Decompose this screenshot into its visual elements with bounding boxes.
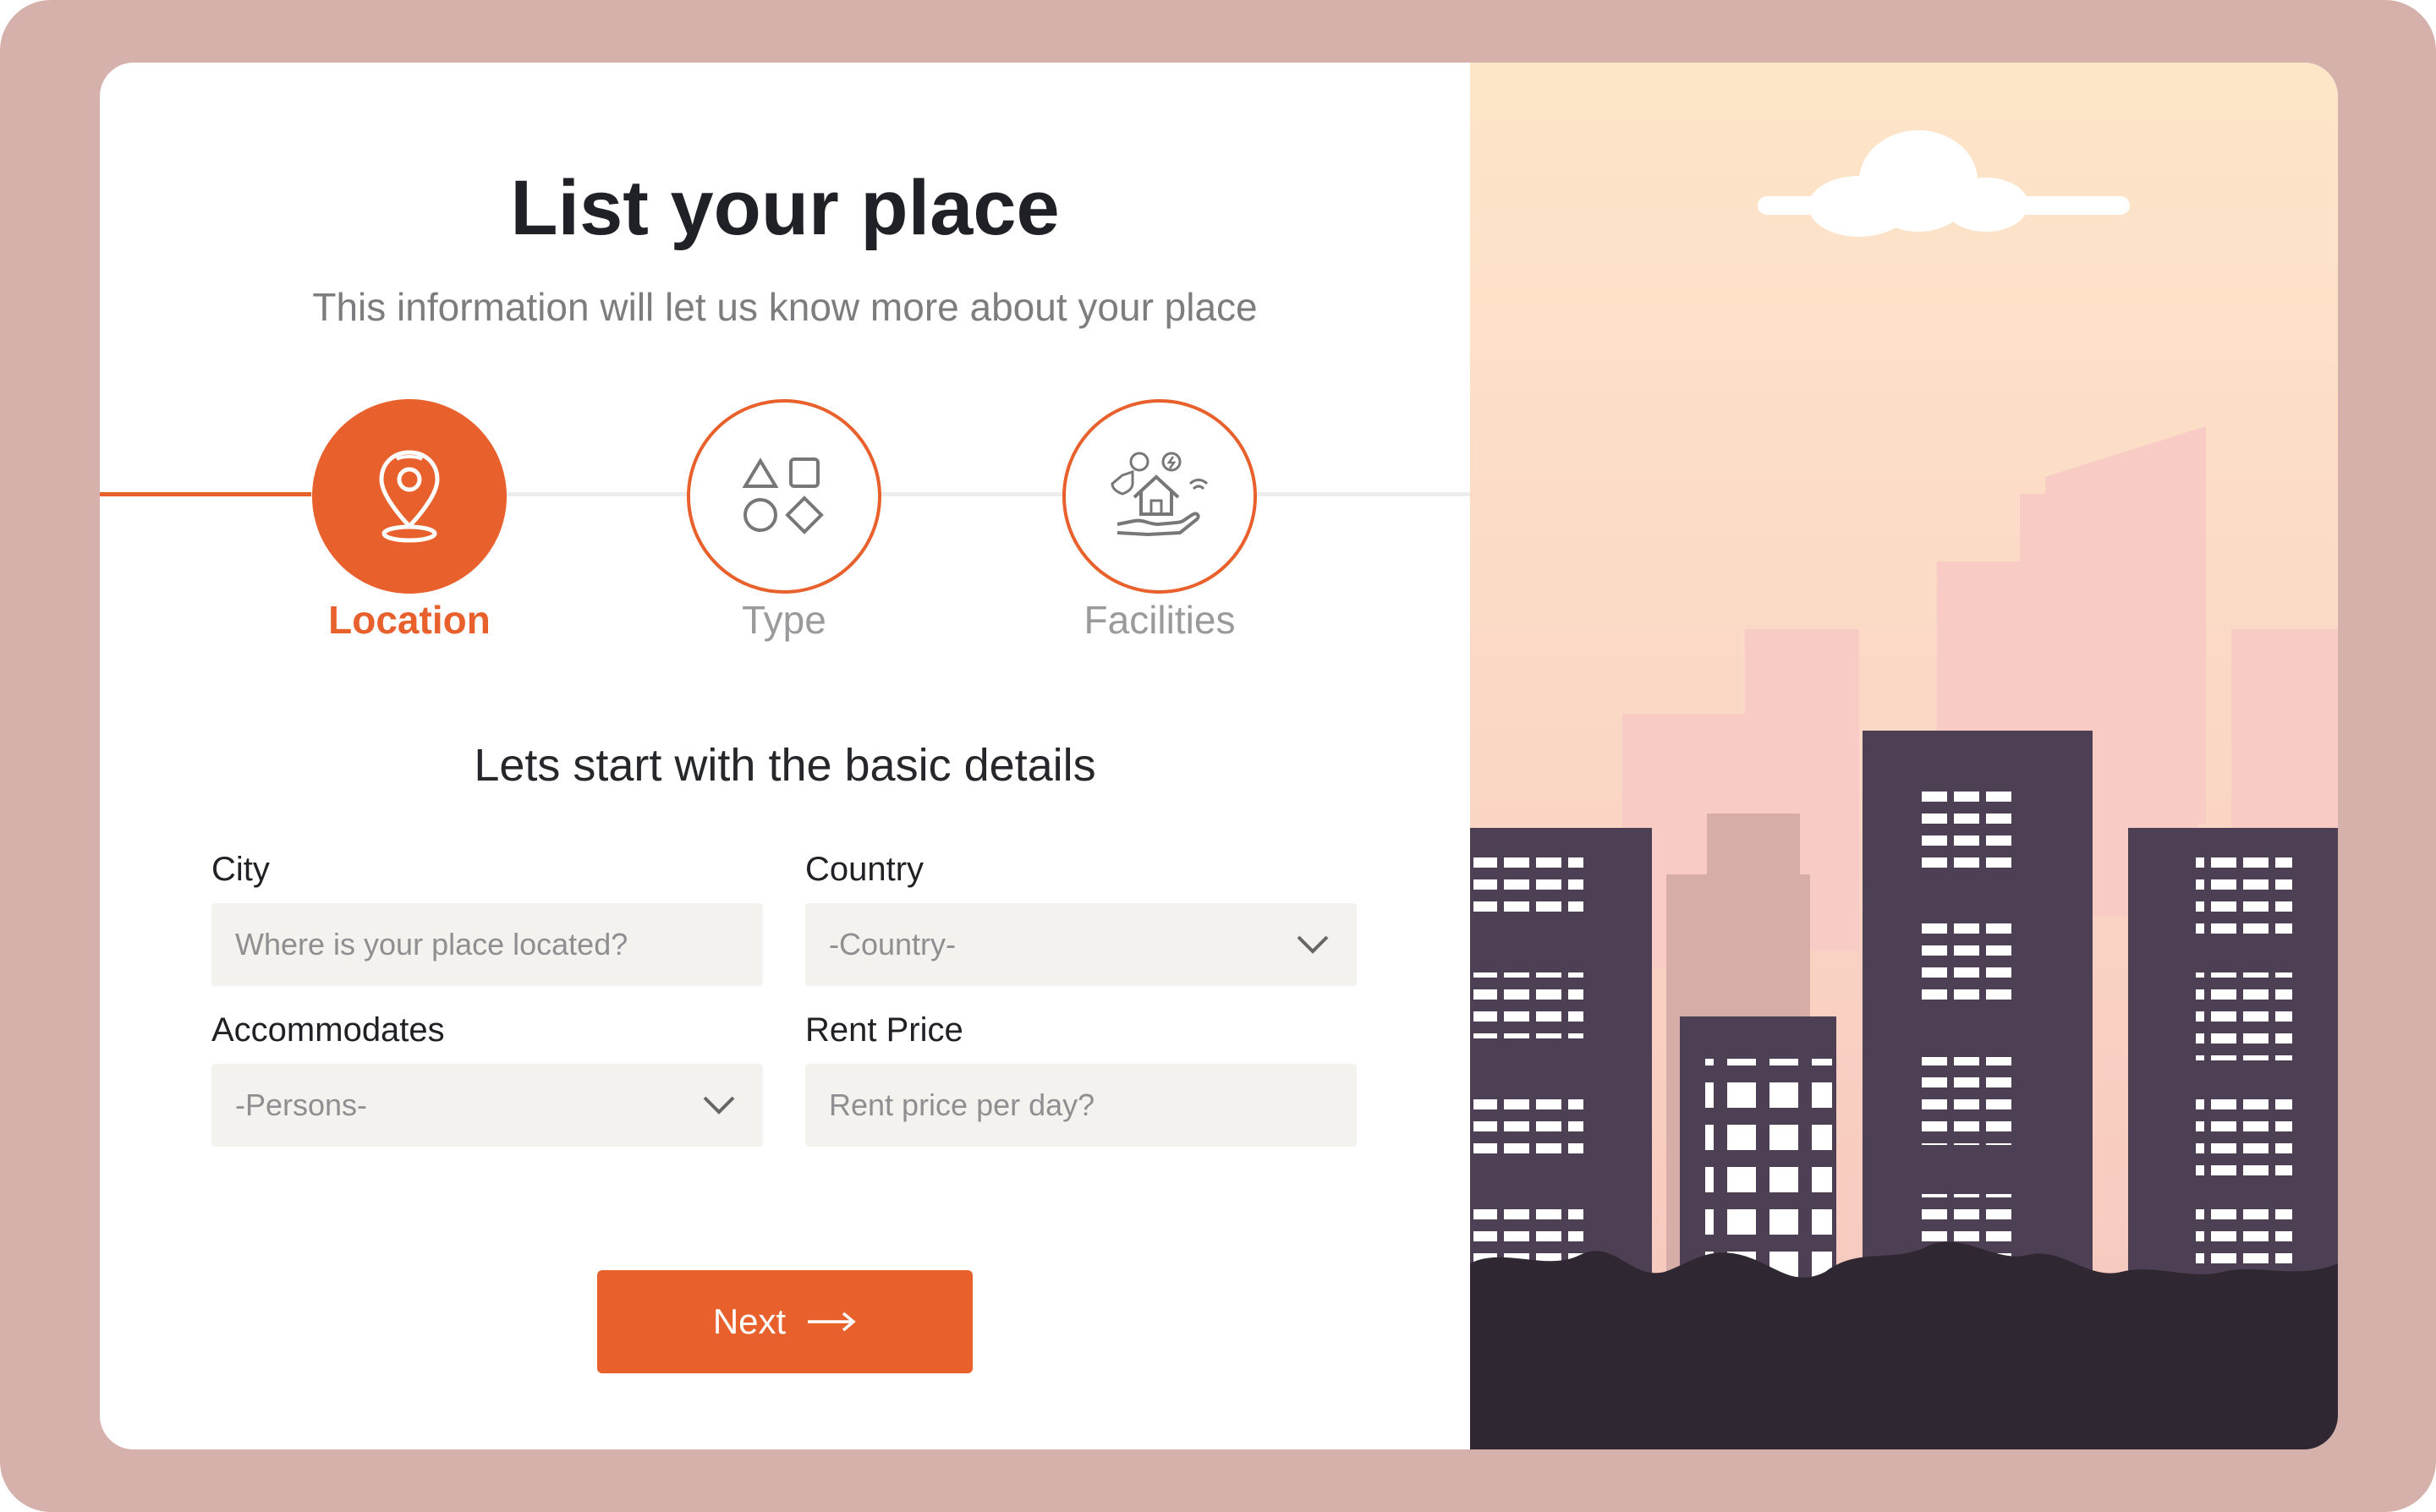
app-frame: List your place This information will le…	[0, 0, 2436, 1512]
step-facilities-label: Facilities	[1084, 598, 1236, 642]
rent-price-placeholder: Rent price per day?	[829, 1087, 1095, 1122]
step-type[interactable]	[687, 399, 881, 594]
accommodates-value: -Persons-	[235, 1087, 368, 1122]
step-facilities[interactable]	[1062, 399, 1257, 594]
map-pin-icon	[379, 450, 440, 543]
city-input[interactable]: Where is your place located?	[211, 903, 763, 986]
page-subtitle: This information will let us know more a…	[312, 285, 1258, 329]
page-title: List your place	[510, 165, 1060, 251]
shapes-icon	[742, 457, 824, 534]
next-button[interactable]: Next	[597, 1270, 973, 1373]
house-amenities-icon	[1111, 452, 1209, 537]
next-button-label: Next	[712, 1301, 787, 1341]
form-panel: List your place This information will le…	[100, 63, 1470, 1449]
rent-price-label: Rent Price	[805, 1011, 963, 1049]
city-label: City	[211, 851, 270, 888]
listing-card: List your place This information will le…	[100, 63, 2338, 1449]
stepper-progress-line	[100, 492, 311, 496]
city-placeholder: Where is your place located?	[235, 927, 628, 961]
step-location[interactable]	[312, 399, 507, 594]
country-select[interactable]: -Country-	[805, 903, 1357, 986]
country-value: -Country-	[829, 927, 957, 961]
country-label: Country	[805, 851, 924, 888]
chevron-down-icon	[1297, 935, 1329, 954]
rent-price-input[interactable]: Rent price per day?	[805, 1064, 1357, 1147]
section-heading: Lets start with the basic details	[474, 740, 1096, 791]
step-location-label: Location	[328, 598, 491, 642]
accommodates-select[interactable]: -Persons-	[211, 1064, 763, 1147]
step-type-label: Type	[742, 598, 826, 642]
chevron-down-icon	[703, 1096, 735, 1115]
accommodates-label: Accommodates	[211, 1011, 445, 1049]
city-illustration	[1470, 63, 2338, 1449]
arrow-right-icon	[808, 1312, 856, 1332]
skyline-illustration	[1470, 63, 2338, 1449]
